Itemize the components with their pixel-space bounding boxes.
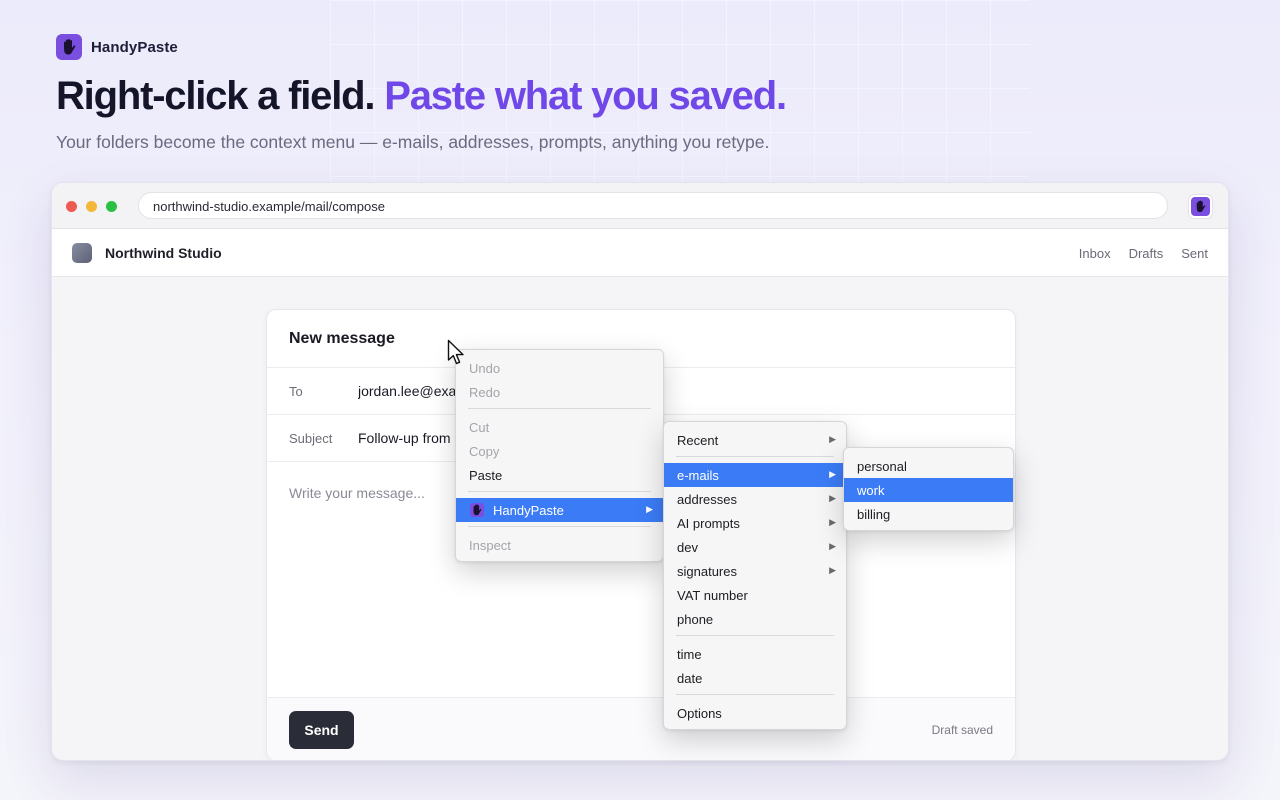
hero-subline: Your folders become the context menu — e… — [56, 132, 770, 152]
to-label: To — [289, 384, 303, 399]
context-menu: Undo Redo Cut Copy Paste HandyPaste ▶ In… — [455, 349, 664, 562]
hand-icon — [56, 34, 82, 60]
brand: HandyPaste — [56, 34, 178, 60]
menu-item-recent-label: Recent — [677, 433, 719, 448]
subject-label: Subject — [289, 431, 333, 446]
nav-sent[interactable]: Sent — [1181, 246, 1208, 261]
menu-item-date[interactable]: date — [664, 666, 846, 690]
nav-inbox[interactable]: Inbox — [1079, 246, 1111, 261]
menu-item-addresses[interactable]: addresses ▶ — [664, 487, 846, 511]
subject-field[interactable]: Follow-up from — [358, 430, 458, 446]
app-name: Northwind Studio — [105, 245, 222, 261]
app-header: Northwind Studio Inbox Drafts Sent — [52, 229, 1228, 277]
address-bar[interactable]: northwind-studio.example/mail/compose — [138, 192, 1168, 219]
menu-item-paste[interactable]: Paste — [456, 463, 663, 487]
menu-item-work[interactable]: work — [844, 478, 1013, 502]
submenu-arrow-icon: ▶ — [646, 504, 653, 514]
menu-item-signatures[interactable]: signatures ▶ — [664, 559, 846, 583]
handypaste-submenu: Recent ▶ e-mails ▶ addresses ▶ AI prompt… — [663, 421, 847, 730]
handypaste-extension-button[interactable] — [1188, 194, 1213, 219]
submenu-arrow-icon: ▶ — [829, 469, 836, 479]
hand-icon — [470, 503, 484, 517]
menu-separator — [468, 526, 651, 527]
minimize-window-button[interactable] — [86, 201, 97, 212]
menu-item-inspect[interactable]: Inspect — [456, 533, 663, 557]
submenu-arrow-icon: ▶ — [829, 565, 836, 575]
menu-separator — [676, 635, 834, 636]
submenu-arrow-icon: ▶ — [829, 493, 836, 503]
emails-submenu: personal work billing — [843, 447, 1014, 531]
headline-main: Right-click a field. — [56, 74, 375, 118]
to-field[interactable]: jordan.lee@exam — [358, 383, 458, 399]
hero-headline: Right-click a field. Paste what you save… — [56, 74, 787, 119]
close-window-button[interactable] — [66, 201, 77, 212]
menu-item-copy[interactable]: Copy — [456, 439, 663, 463]
submenu-arrow-icon: ▶ — [829, 434, 836, 444]
send-button[interactable]: Send — [289, 711, 354, 749]
message-body-input[interactable]: Write your message... — [289, 485, 425, 501]
menu-item-ai-prompts-label: AI prompts — [677, 516, 740, 531]
menu-item-emails-label: e-mails — [677, 468, 719, 483]
menu-separator — [676, 694, 834, 695]
app-nav: Inbox Drafts Sent — [1079, 246, 1208, 261]
handypaste-extension-icon — [1191, 197, 1210, 216]
menu-item-cut[interactable]: Cut — [456, 415, 663, 439]
menu-item-billing[interactable]: billing — [844, 502, 1013, 526]
mouse-cursor-icon — [447, 339, 464, 365]
compose-footer: Send Draft saved — [267, 697, 1015, 760]
draft-status: Draft saved — [931, 723, 993, 737]
menu-item-handypaste-label: HandyPaste — [493, 503, 564, 518]
headline-accent: Paste what you saved. — [384, 74, 787, 118]
menu-item-ai-prompts[interactable]: AI prompts ▶ — [664, 511, 846, 535]
browser-titlebar: northwind-studio.example/mail/compose — [52, 183, 1228, 229]
menu-item-undo[interactable]: Undo — [456, 356, 663, 380]
brand-name: HandyPaste — [91, 38, 178, 56]
app-logo-icon — [72, 243, 92, 263]
submenu-arrow-icon: ▶ — [829, 517, 836, 527]
menu-item-personal[interactable]: personal — [844, 454, 1013, 478]
menu-item-phone[interactable]: phone — [664, 607, 846, 631]
menu-item-vat-number[interactable]: VAT number — [664, 583, 846, 607]
menu-separator — [468, 408, 651, 409]
maximize-window-button[interactable] — [106, 201, 117, 212]
menu-item-time[interactable]: time — [664, 642, 846, 666]
menu-item-dev-label: dev — [677, 540, 698, 555]
menu-separator — [468, 491, 651, 492]
menu-item-addresses-label: addresses — [677, 492, 737, 507]
menu-item-dev[interactable]: dev ▶ — [664, 535, 846, 559]
menu-separator — [676, 456, 834, 457]
menu-item-redo[interactable]: Redo — [456, 380, 663, 404]
menu-item-options[interactable]: Options — [664, 701, 846, 725]
menu-item-signatures-label: signatures — [677, 564, 737, 579]
menu-item-emails[interactable]: e-mails ▶ — [664, 463, 846, 487]
menu-item-recent[interactable]: Recent ▶ — [664, 428, 846, 452]
nav-drafts[interactable]: Drafts — [1129, 246, 1164, 261]
submenu-arrow-icon: ▶ — [829, 541, 836, 551]
compose-title: New message — [289, 330, 395, 347]
menu-item-handypaste[interactable]: HandyPaste ▶ — [456, 498, 663, 522]
